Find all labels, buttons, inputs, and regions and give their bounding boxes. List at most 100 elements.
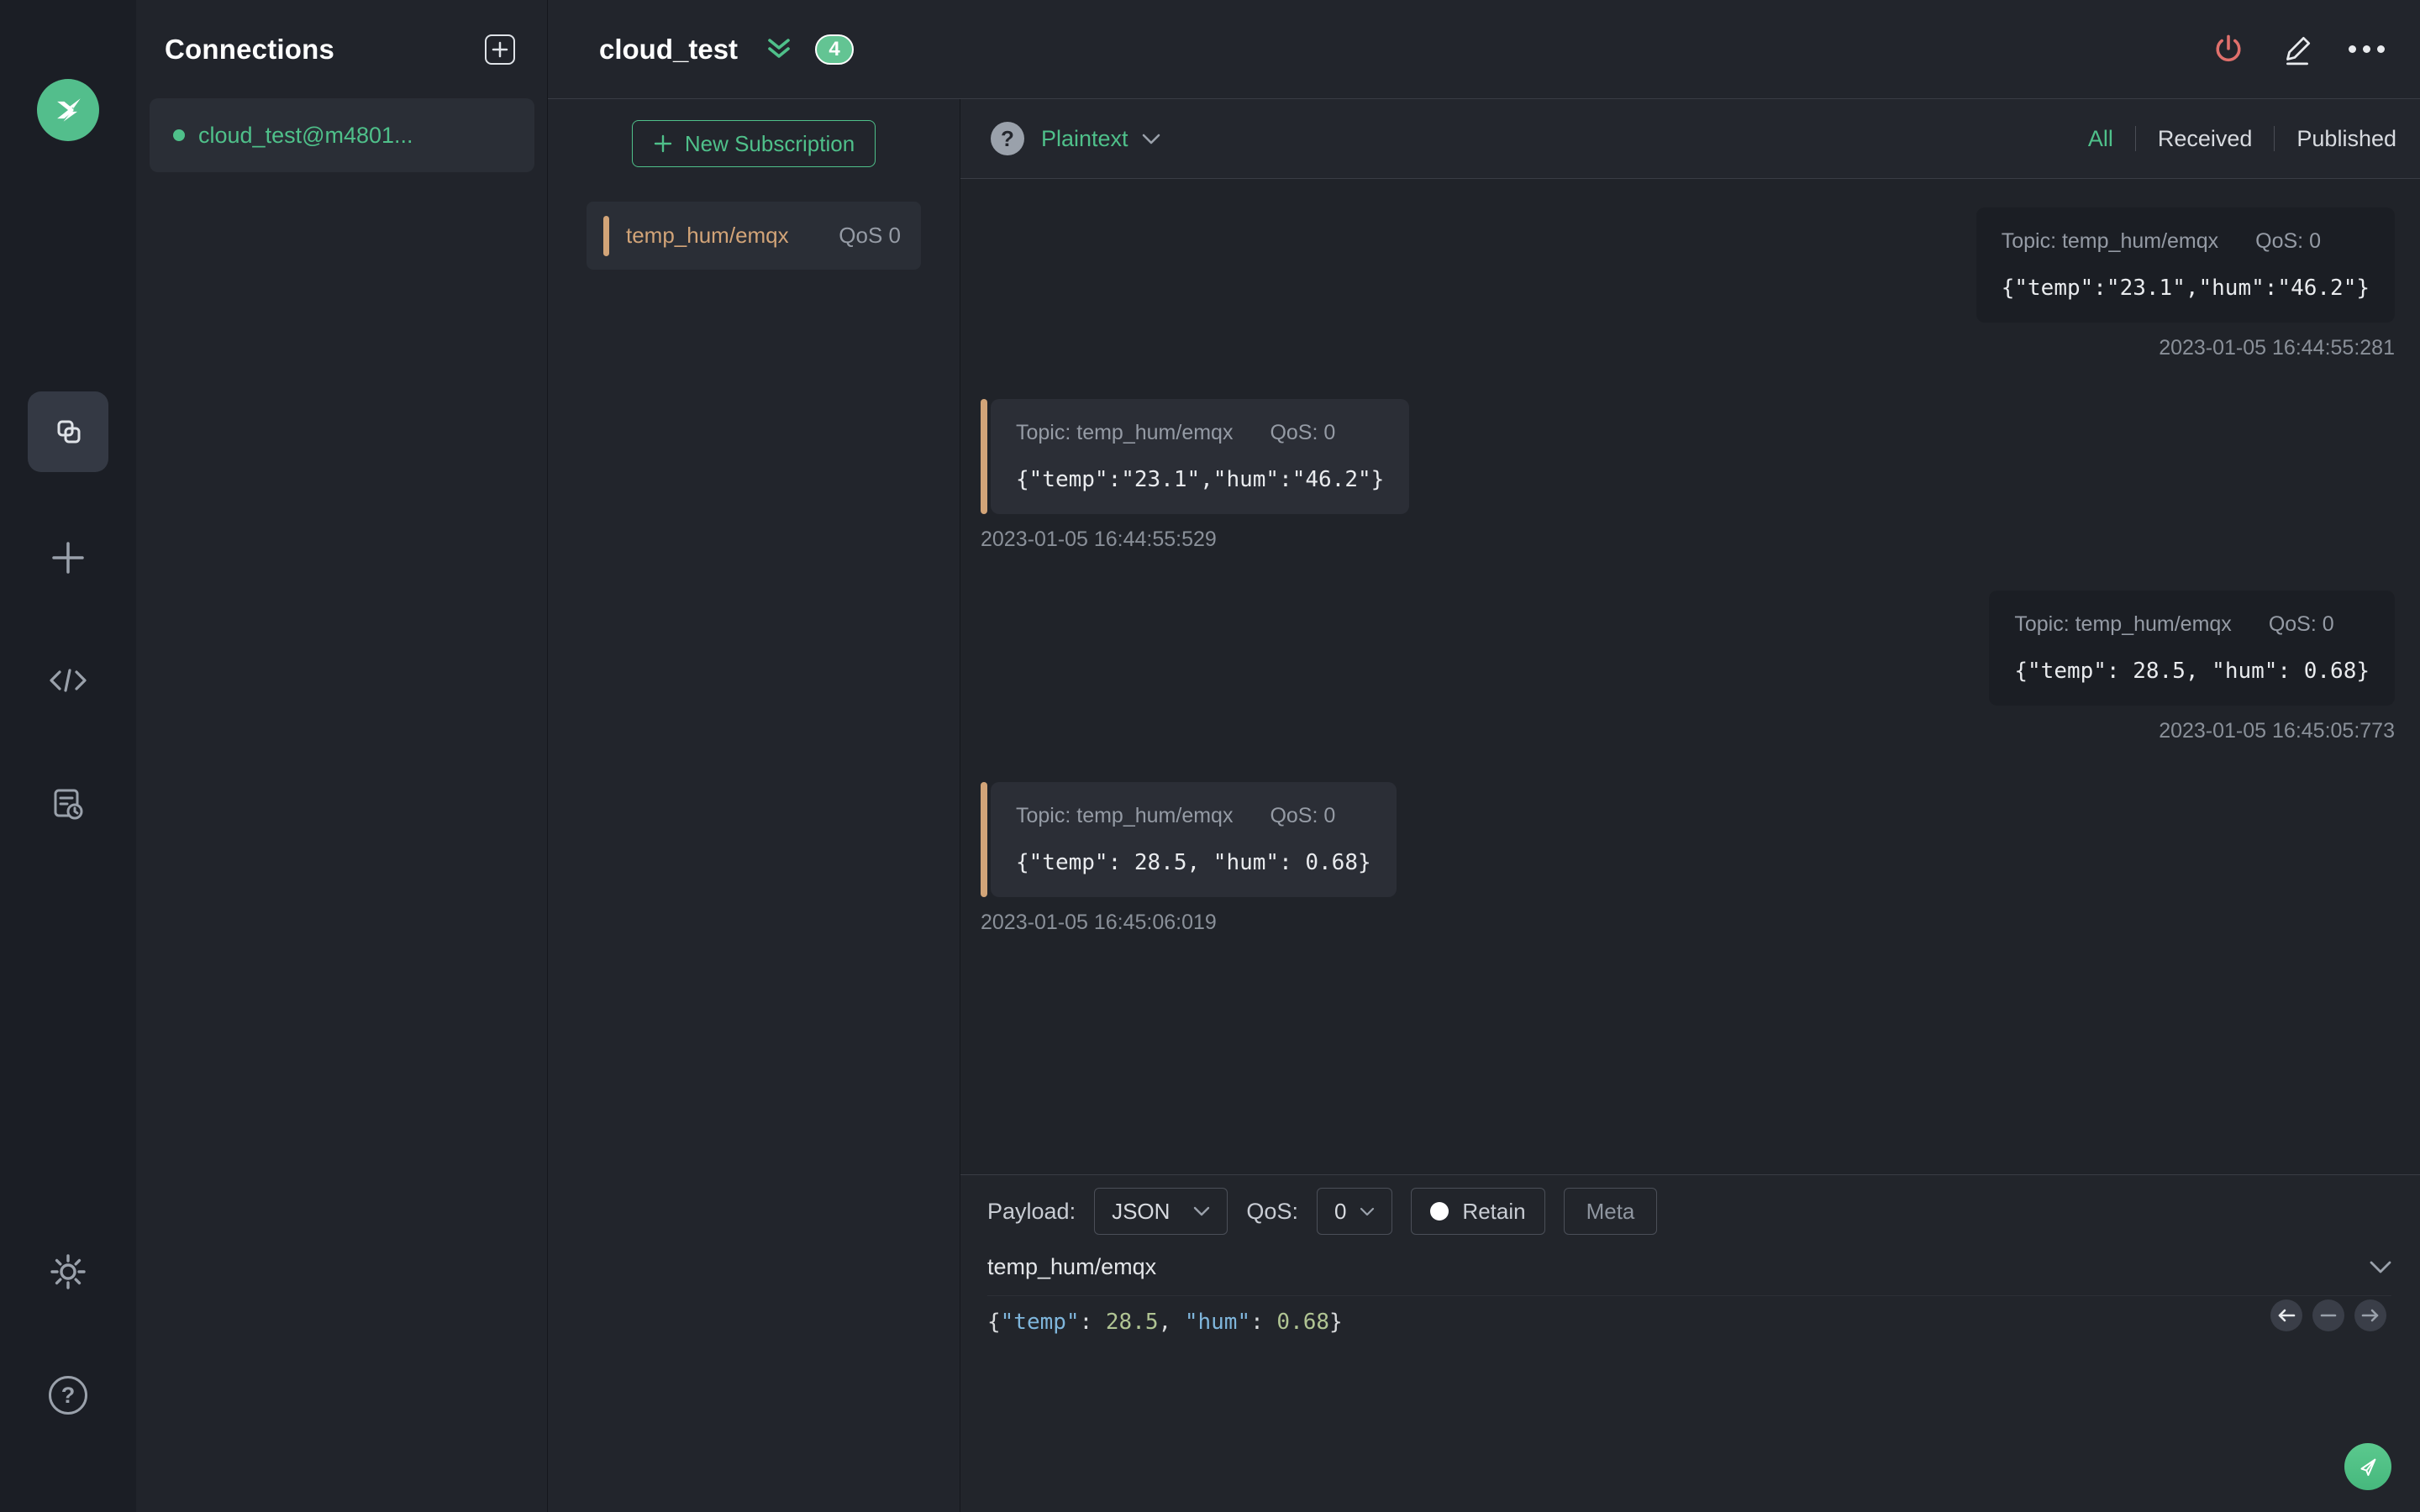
mqttx-app: ? Connections cloud_test@m4801... cloud_… — [0, 0, 2420, 1512]
main-area: cloud_test 4 New Subscription temp_hum/e… — [548, 0, 2420, 1512]
message-received: Topic: temp_hum/emqx QoS: 0 {"temp": 28.… — [981, 782, 2395, 935]
qos-label: QoS: — [1246, 1198, 1298, 1224]
message-bubble[interactable]: Topic: temp_hum/emqx QoS: 0 {"temp":"23.… — [1975, 207, 2395, 323]
power-icon — [2216, 34, 2241, 61]
publish-toolbar: Payload: JSON QoS: 0 Retain Meta — [987, 1187, 2391, 1236]
message-bubble[interactable]: Topic: temp_hum/emqx QoS: 0 {"temp": 28.… — [1989, 591, 2395, 706]
editor-token: "temp" — [1000, 1310, 1080, 1335]
retain-dot-icon — [1430, 1202, 1449, 1221]
qos-value: 0 — [1334, 1198, 1347, 1224]
editor-token: "hum" — [1184, 1310, 1251, 1335]
retain-toggle[interactable]: Retain — [1411, 1188, 1545, 1235]
message-topic: Topic: temp_hum/emqx — [2001, 229, 2219, 253]
disconnect-button[interactable] — [2208, 29, 2249, 70]
collapse-editor-chevron-icon[interactable] — [2370, 1261, 2391, 1273]
message-timestamp: 2023-01-05 16:45:06:019 — [981, 911, 1217, 934]
messages-toolbar: ? Plaintext All Received Published — [960, 99, 2420, 179]
plus-icon — [654, 134, 672, 153]
collapse-chevron-icon[interactable] — [765, 37, 793, 62]
message-payload: {"temp":"23.1","hum":"46.2"} — [2001, 276, 2370, 301]
new-subscription-label: New Subscription — [684, 130, 855, 156]
subscriptions-panel: New Subscription temp_hum/emqx QoS 0 — [548, 99, 960, 1512]
sidebar-item-new-connection[interactable] — [28, 517, 108, 598]
sidebar-item-connections[interactable] — [28, 391, 108, 472]
icon-sidebar: ? — [0, 0, 136, 1512]
code-icon — [50, 669, 87, 692]
add-connection-button[interactable] — [485, 34, 515, 65]
edit-connection-button[interactable] — [2277, 29, 2317, 70]
meta-button[interactable]: Meta — [1563, 1188, 1658, 1235]
send-button[interactable] — [2344, 1443, 2391, 1490]
mqttx-logo-icon[interactable] — [37, 79, 99, 141]
message-published: Topic: temp_hum/emqx QoS: 0 {"temp":"23.… — [981, 207, 2395, 360]
editor-token: 0.68 — [1276, 1310, 1330, 1335]
connection-list-item[interactable]: cloud_test@m4801... — [150, 98, 534, 172]
subscription-item[interactable]: temp_hum/emqx QoS 0 — [587, 202, 921, 270]
new-subscription-button[interactable]: New Subscription — [632, 120, 876, 167]
send-icon — [2360, 1458, 2376, 1476]
topic-input[interactable]: temp_hum/emqx — [987, 1254, 1156, 1280]
message-received: Topic: temp_hum/emqx QoS: 0 {"temp":"23.… — [981, 399, 2395, 552]
message-topic: Topic: temp_hum/emqx — [1016, 421, 1234, 444]
message-filter-tabs: All Received Published — [2088, 126, 2396, 152]
message-payload: {"temp":"23.1","hum":"46.2"} — [1016, 467, 1385, 492]
message-format-select[interactable]: Plaintext — [1041, 126, 1160, 152]
more-options-button[interactable] — [2346, 29, 2386, 70]
plus-icon — [492, 41, 508, 57]
sidebar-item-help[interactable]: ? — [28, 1355, 108, 1436]
editor-token: 28.5 — [1105, 1310, 1159, 1335]
message-qos: QoS: 0 — [1270, 804, 1336, 827]
subscription-color-bar — [981, 399, 987, 514]
help-icon: ? — [49, 1376, 87, 1415]
tab-published[interactable]: Published — [2296, 126, 2396, 152]
tab-divider — [2274, 126, 2275, 151]
connections-header: Connections — [136, 0, 547, 98]
sidebar-item-settings[interactable] — [28, 1231, 108, 1312]
history-clear-button[interactable] — [2312, 1299, 2344, 1331]
connection-header: cloud_test 4 — [548, 0, 2420, 99]
payload-format-value: JSON — [1112, 1198, 1171, 1224]
editor-token: , — [1158, 1310, 1185, 1335]
message-bubble[interactable]: Topic: temp_hum/emqx QoS: 0 {"temp":"23.… — [991, 399, 1410, 514]
format-help-icon[interactable]: ? — [991, 122, 1024, 155]
subscription-color-bar — [981, 782, 987, 897]
editor-token: : — [1079, 1310, 1106, 1335]
minus-icon — [2320, 1314, 2337, 1317]
message-bubble[interactable]: Topic: temp_hum/emqx QoS: 0 {"temp": 28.… — [991, 782, 1397, 897]
sidebar-item-script[interactable] — [28, 640, 108, 721]
history-forward-button[interactable] — [2354, 1299, 2386, 1331]
message-payload: {"temp": 28.5, "hum": 0.68} — [2014, 659, 2370, 684]
message-timestamp: 2023-01-05 16:45:05:773 — [2159, 719, 2395, 743]
sidebar-item-log[interactable] — [28, 764, 108, 845]
connections-panel: Connections cloud_test@m4801... — [136, 0, 548, 1512]
chevron-down-icon — [1360, 1207, 1375, 1215]
subscription-topic: temp_hum/emqx — [626, 223, 789, 248]
history-nav — [2270, 1299, 2386, 1331]
message-published: Topic: temp_hum/emqx QoS: 0 {"temp": 28.… — [981, 591, 2395, 743]
tab-all[interactable]: All — [2088, 126, 2113, 152]
connections-icon — [57, 420, 81, 444]
payload-label: Payload: — [987, 1198, 1076, 1224]
payload-editor[interactable]: {"temp": 28.5, "hum": 0.68} — [987, 1310, 2391, 1335]
arrow-right-icon — [2361, 1309, 2379, 1322]
subscription-color-bar — [603, 215, 609, 256]
qos-select[interactable]: 0 — [1316, 1188, 1393, 1235]
connection-status-dot — [173, 129, 185, 141]
payload-format-select[interactable]: JSON — [1094, 1188, 1228, 1235]
tab-received[interactable]: Received — [2158, 126, 2253, 152]
message-topic: Topic: temp_hum/emqx — [1016, 804, 1234, 827]
editor-token: : — [1250, 1310, 1277, 1335]
publish-panel: Payload: JSON QoS: 0 Retain Meta temp_hu… — [960, 1174, 2420, 1512]
history-back-button[interactable] — [2270, 1299, 2302, 1331]
message-topic: Topic: temp_hum/emqx — [2014, 612, 2232, 636]
message-qos: QoS: 0 — [2255, 229, 2321, 253]
message-timestamp: 2023-01-05 16:44:55:529 — [981, 528, 1217, 551]
ellipsis-icon — [2348, 45, 2385, 53]
subscription-qos: QoS 0 — [839, 223, 901, 248]
chevron-down-icon — [1194, 1206, 1210, 1216]
message-count-badge: 4 — [815, 34, 855, 65]
log-icon — [54, 789, 83, 820]
message-list: Topic: temp_hum/emqx QoS: 0 {"temp":"23.… — [960, 179, 2420, 1174]
connections-title: Connections — [165, 33, 335, 65]
editor-divider — [987, 1295, 2391, 1296]
